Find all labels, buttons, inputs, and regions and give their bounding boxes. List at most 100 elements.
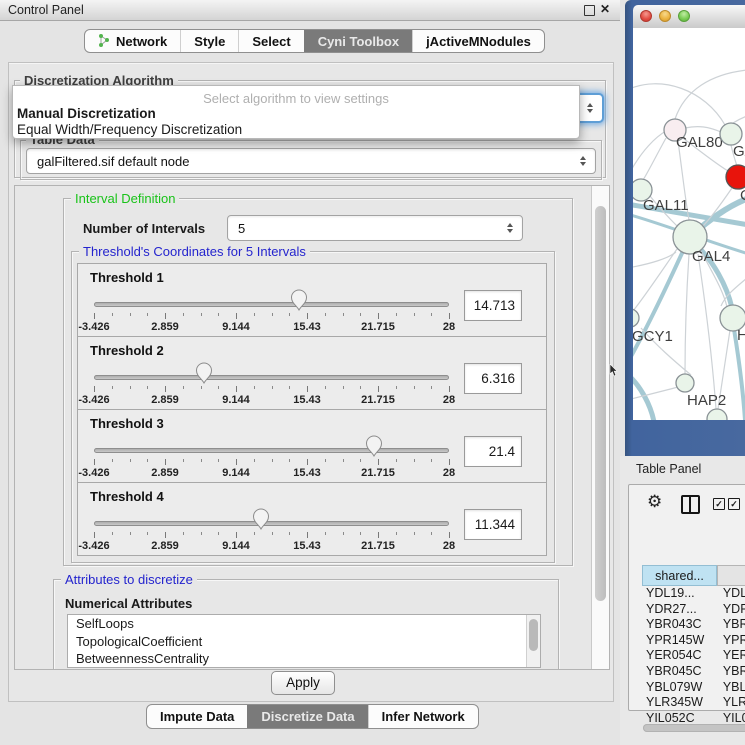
table-cell: YDR2 (717, 602, 745, 618)
threshold-slider-thumb[interactable] (290, 288, 308, 311)
control-panel-title: Control Panel (8, 3, 84, 17)
threshold-value-field[interactable]: 11.344 (464, 509, 522, 540)
table-panel-title: Table Panel (636, 462, 701, 476)
table-data-value: galFiltered.sif default node (27, 154, 575, 169)
attribute-list-item[interactable]: TopologicalCoefficient (68, 633, 540, 651)
combobox-arrows-icon (575, 156, 591, 166)
table-cell: YDL1 (717, 586, 745, 602)
slider-scale-label: -3.426 (78, 467, 109, 479)
network-node[interactable] (707, 409, 727, 420)
algorithm-popup-hint: Select algorithm to view settings (13, 91, 579, 106)
slider-scale-label: 9.144 (222, 394, 250, 406)
control-panel-tabbar: Network Style Select Cyni Toolbox jActiv… (84, 29, 545, 53)
table-cell: YBL079W (642, 680, 717, 696)
control-panel-titlebar: Control Panel ✕ (0, 0, 620, 21)
gear-icon[interactable]: ⚙ (647, 494, 662, 511)
mouse-cursor (609, 364, 618, 382)
table-horizontal-scrollbar[interactable] (643, 724, 745, 732)
popup-option-equal-width-frequency[interactable]: Equal Width/Frequency Discretization (15, 121, 572, 138)
table-row[interactable]: YBR043CYBR0 (642, 617, 745, 633)
network-node-label: C (740, 187, 745, 204)
close-button[interactable] (640, 10, 652, 22)
tab-infer-network[interactable]: Infer Network (368, 705, 478, 728)
columns-icon[interactable] (681, 495, 700, 514)
slider-scale-label: 21.715 (361, 540, 395, 552)
settings-vertical-scrollbar[interactable] (591, 186, 609, 669)
threshold-slider-thumb[interactable] (195, 361, 213, 384)
zoom-button[interactable] (678, 10, 690, 22)
checkbox-icon[interactable]: ✓ (728, 498, 740, 510)
threshold-slider-thumb[interactable] (252, 507, 270, 530)
slider-scale-label: 15.43 (293, 467, 321, 479)
table-row[interactable]: YBL079WYBL0 (642, 680, 745, 696)
network-node[interactable] (633, 309, 639, 327)
close-panel-icon[interactable]: ✕ (600, 2, 610, 16)
threshold-value-field[interactable]: 21.4 (464, 436, 522, 467)
network-node-label: GAL80 (676, 134, 723, 151)
slider-scale-label: 28 (443, 321, 455, 333)
table-row[interactable]: YIL052CYIL0 (642, 711, 745, 725)
slider-scale-label: 21.715 (361, 467, 395, 479)
network-edge (675, 70, 745, 119)
float-window-icon[interactable] (584, 5, 595, 16)
slider-scale-label: 2.859 (151, 540, 179, 552)
algorithm-popup: Select algorithm to view settings Manual… (12, 85, 580, 139)
table-row[interactable]: YER054CYER0 (642, 648, 745, 664)
scrollbar-thumb[interactable] (595, 206, 606, 601)
table-row[interactable]: YDL19...YDL1 (642, 586, 745, 602)
table-row[interactable]: YPR145WYPR1 (642, 633, 745, 649)
slider-scale-label: -3.426 (78, 321, 109, 333)
table-cell: YLR345W (642, 695, 717, 711)
network-canvas[interactable]: GAL80GACGAL11GAL4GCY1HHAP2 (633, 28, 745, 420)
network-node[interactable] (676, 374, 694, 392)
network-node[interactable] (720, 123, 742, 145)
table-cell: YBR043C (642, 617, 717, 633)
tab-cyni-toolbox[interactable]: Cyni Toolbox (304, 30, 412, 52)
number-of-intervals-combobox[interactable]: 5 (227, 215, 523, 241)
table-cell: YBR045C (642, 664, 717, 680)
popup-option-manual-discretization[interactable]: Manual Discretization (15, 105, 572, 122)
column-header-name[interactable]: n (717, 565, 745, 586)
apply-button[interactable]: Apply (271, 671, 335, 695)
network-edge (633, 131, 666, 178)
tab-style[interactable]: Style (180, 30, 238, 52)
interval-definition-title: Interval Definition (71, 191, 179, 206)
threshold-panel: Threshold 4-3.4262.8599.14415.4321.71528… (77, 482, 547, 556)
table-cell: YDL19... (642, 586, 717, 602)
table-data-combobox[interactable]: galFiltered.sif default node (26, 148, 596, 174)
attribute-list-item[interactable]: BetweennessCentrality (68, 650, 540, 668)
slider-scale-label: 9.144 (222, 540, 250, 552)
slider-scale-label: 28 (443, 540, 455, 552)
threshold-value-field[interactable]: 6.316 (464, 363, 522, 394)
tab-network[interactable]: Network (85, 30, 180, 52)
table-cell: YLR3 (717, 695, 745, 711)
tab-discretize-data[interactable]: Discretize Data (247, 705, 367, 728)
table-cell: YIL052C (642, 711, 717, 725)
tab-jactivemnodules[interactable]: jActiveMNodules (412, 30, 544, 52)
checkbox-icon[interactable]: ✓ (713, 498, 725, 510)
table-panel-box: ⚙ ✓ ✓ shared... n YDL19...YDL1YDR27...YD… (628, 484, 745, 711)
table-cell: YER054C (642, 648, 717, 664)
number-of-intervals-label: Number of Intervals (83, 221, 205, 236)
numerical-attributes-list: SelfLoopsTopologicalCoefficientBetweenne… (67, 614, 541, 668)
network-edge (698, 254, 716, 409)
tab-select[interactable]: Select (238, 30, 303, 52)
table-row[interactable]: YLR345WYLR3 (642, 695, 745, 711)
slider-scale-label: 2.859 (151, 467, 179, 479)
combobox-arrows-icon (582, 103, 598, 113)
network-node-label: HAP2 (687, 392, 726, 409)
threshold-value-field[interactable]: 14.713 (464, 290, 522, 321)
network-node[interactable] (726, 165, 745, 189)
attributes-list-scrollbar[interactable] (526, 615, 540, 667)
table-row[interactable]: YDR27...YDR2 (642, 602, 745, 618)
settings-scroll-area: Interval Definition Number of Intervals … (14, 185, 610, 670)
attribute-list-item[interactable]: SelfLoops (68, 615, 540, 633)
tab-impute-data[interactable]: Impute Data (147, 705, 247, 728)
table-cell: YIL0 (717, 711, 745, 725)
table-row[interactable]: YBR045CYBR0 (642, 664, 745, 680)
threshold-slider-thumb[interactable] (365, 434, 383, 457)
minimize-button[interactable] (659, 10, 671, 22)
network-edge (685, 127, 721, 132)
slider-scale-label: -3.426 (78, 394, 109, 406)
column-header-shared-name[interactable]: shared... (642, 565, 717, 586)
